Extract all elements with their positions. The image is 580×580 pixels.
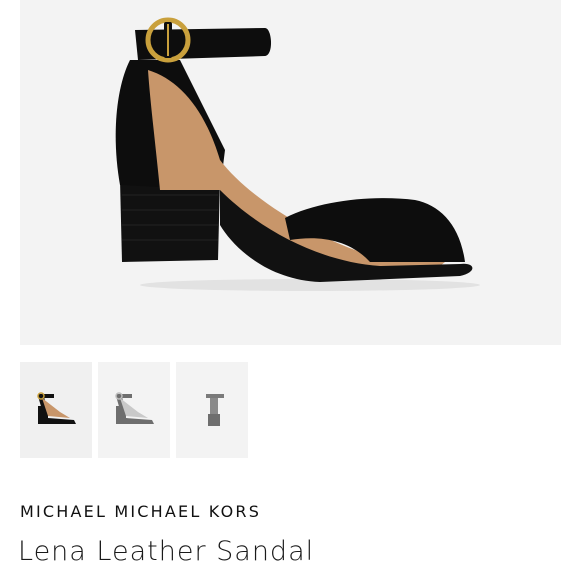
product-page: MICHAEL MICHAEL KORS Lena Leather Sandal <box>0 0 580 580</box>
product-title: Lena Leather Sandal <box>18 536 315 567</box>
thumbnail-3[interactable] <box>176 362 248 458</box>
sandal-thumbnail-icon <box>115 392 154 424</box>
thumbnail-strip <box>20 362 248 458</box>
thumbnail-1[interactable] <box>20 362 92 458</box>
sandal-thumbnail-icon <box>37 392 76 424</box>
thumbnail-2[interactable] <box>98 362 170 458</box>
sandal-illustration <box>115 17 480 291</box>
product-main-image[interactable] <box>20 0 561 345</box>
brand-name[interactable]: MICHAEL MICHAEL KORS <box>20 502 261 521</box>
sandal-back-thumbnail-icon <box>206 394 224 426</box>
